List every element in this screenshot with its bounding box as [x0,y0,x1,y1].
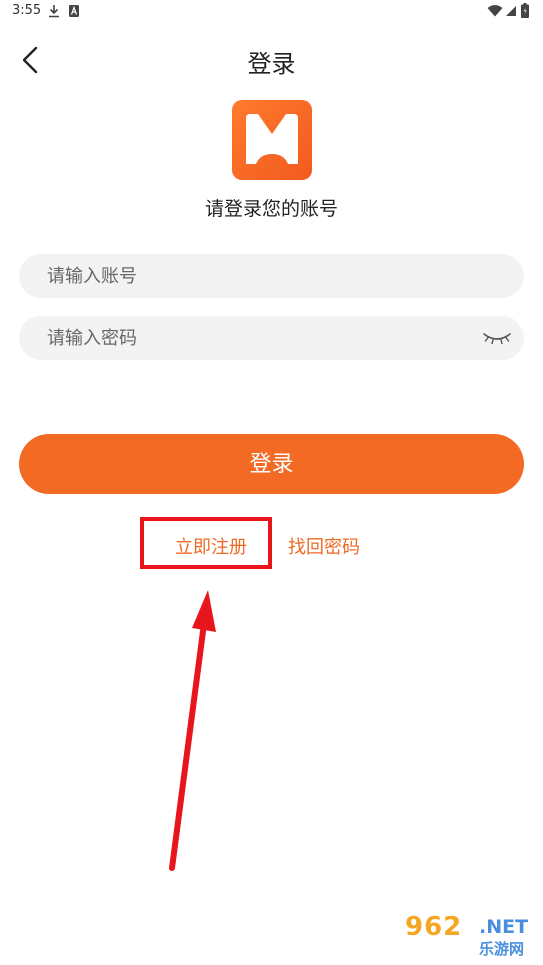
watermark-name: 乐游网 [479,940,525,958]
watermark-number: 962 [405,912,463,942]
watermark-domain: .NET [479,916,529,938]
login-button[interactable]: 登录 [19,434,524,494]
eye-closed-icon [483,333,511,345]
site-watermark: 962 .NET 乐游网 [405,912,537,960]
account-input[interactable] [47,254,487,298]
notification-a-icon [69,5,79,17]
annotation-highlight-box [140,517,272,569]
download-icon [49,5,59,18]
app-logo [232,100,312,180]
account-field [19,254,524,298]
signal-icon [506,6,516,16]
wifi-icon [487,5,503,17]
status-time: 3:55 [12,3,42,18]
status-bar: 3:55 [0,0,543,24]
page-title: 登录 [247,50,296,78]
password-input[interactable] [47,316,487,360]
forgot-password-link[interactable]: 找回密码 [288,533,360,559]
battery-icon [521,3,529,18]
password-field [19,316,524,360]
login-subtitle: 请登录您的账号 [204,198,338,220]
password-visibility-toggle[interactable] [482,328,512,348]
m-logo-icon [246,114,298,164]
